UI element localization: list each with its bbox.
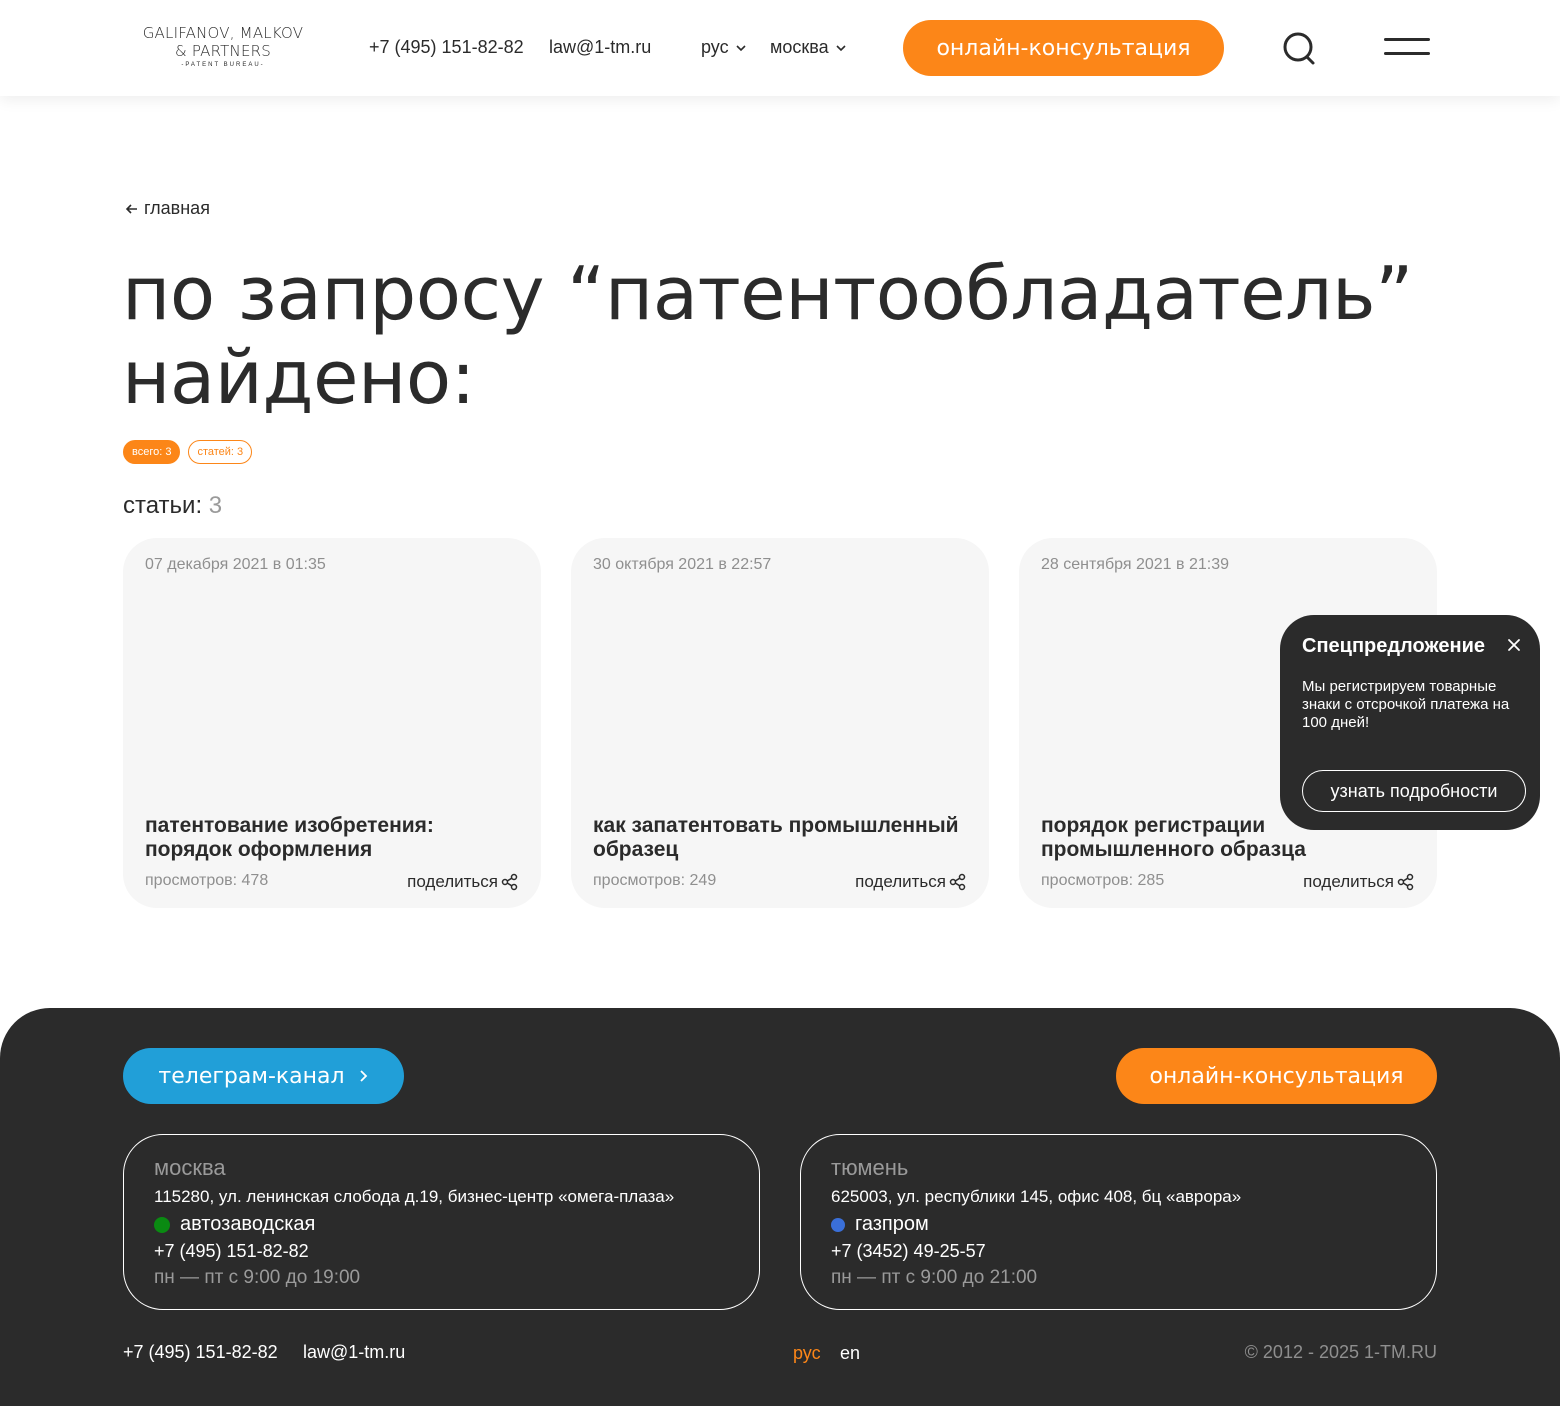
close-icon[interactable] (1506, 637, 1522, 653)
article-title[interactable]: как запатентовать промышленный образец (593, 814, 973, 862)
footer-lang-ru[interactable]: рус (793, 1343, 821, 1364)
language-dropdown-label: рус (701, 37, 729, 57)
copyright: © 2012 - 2025 1-TM.RU (1244, 1342, 1437, 1362)
hamburger-menu-icon[interactable] (1384, 38, 1430, 58)
header-email-link[interactable]: law@1-tm.ru (549, 37, 651, 58)
telegram-button-label: телеграм-канал (158, 1063, 345, 1089)
office-hours: пн — пт с 9:00 до 19:00 (154, 1267, 361, 1288)
arrow-left-icon (125, 203, 137, 214)
office-address: 115280, ул. ленинская слобода д.19, бизн… (154, 1187, 675, 1206)
office-city: тюмень (831, 1155, 909, 1180)
metro-station: автозаводская (180, 1213, 316, 1235)
site-header: GALIFANOV, MALKOV & PARTNERS -PATENT BUR… (0, 0, 1560, 96)
office-landmark: газпром (831, 1213, 929, 1236)
office-card-moscow: москва 115280, ул. ленинская слобода д.1… (123, 1134, 760, 1310)
share-icon (1397, 873, 1414, 891)
logo-line-3: -PATENT BUREAU- (181, 62, 265, 68)
breadcrumb-back-link[interactable]: главная (124, 198, 210, 219)
office-hours: пн — пт с 9:00 до 21:00 (831, 1267, 1038, 1288)
city-dropdown[interactable]: москва (770, 37, 847, 58)
article-views: просмотров: 285 (1041, 872, 1165, 889)
chip-all[interactable]: всего: 3 (123, 440, 181, 464)
promo-text: Мы регистрируем товарные знаки с отсрочк… (1302, 678, 1510, 731)
chevron-down-icon (736, 44, 746, 51)
article-date: 07 декабря 2021 в 01:35 (145, 556, 326, 573)
office-metro: автозаводская (154, 1213, 315, 1236)
page-title: по запросу “патентообладатель” найдено: (122, 251, 1413, 421)
promo-title: Спецпредложение (1302, 635, 1485, 657)
office-city: москва (154, 1155, 226, 1180)
office-phone[interactable]: +7 (3452) 49-25-57 (831, 1241, 986, 1262)
online-consultation-button[interactable]: онлайн-консультация (903, 20, 1224, 76)
share-button[interactable]: поделиться (1303, 872, 1415, 892)
footer-email-link[interactable]: law@1-tm.ru (303, 1342, 405, 1363)
language-dropdown[interactable]: рус (701, 37, 747, 58)
chevron-down-icon (836, 44, 846, 51)
breadcrumb-label: главная (144, 198, 210, 218)
section-count: 3 (208, 492, 223, 519)
share-label: поделиться (1303, 872, 1394, 891)
article-views: просмотров: 249 (593, 872, 717, 889)
share-icon (949, 873, 966, 891)
landmark-name: газпром (855, 1213, 929, 1235)
office-phone[interactable]: +7 (495) 151-82-82 (154, 1241, 309, 1262)
section-label: статьи: (123, 492, 203, 519)
footer-lang-en[interactable]: en (840, 1343, 860, 1364)
city-dropdown-label: москва (770, 37, 829, 57)
footer-consultation-button[interactable]: онлайн-консультация (1116, 1048, 1437, 1104)
article-card[interactable]: 30 октября 2021 в 22:57 как запатентоват… (571, 538, 989, 908)
office-card-tyumen: тюмень 625003, ул. республики 145, офис … (800, 1134, 1437, 1310)
share-button[interactable]: поделиться (855, 872, 967, 892)
article-title[interactable]: патентование изобретения: порядок оформл… (145, 814, 525, 862)
promo-details-button[interactable]: узнать подробности (1302, 770, 1526, 812)
site-footer: телеграм-канал онлайн-консультация москв… (0, 1008, 1560, 1406)
special-offer-popup: Спецпредложение Мы регистрируем товарные… (1280, 615, 1540, 830)
office-address: 625003, ул. республики 145, офис 408, бц… (831, 1187, 1242, 1206)
telegram-channel-button[interactable]: телеграм-канал (123, 1048, 404, 1104)
share-button[interactable]: поделиться (407, 872, 519, 892)
article-card[interactable]: 07 декабря 2021 в 01:35 патентование изо… (123, 538, 541, 908)
article-views: просмотров: 478 (145, 872, 269, 889)
company-logo[interactable]: GALIFANOV, MALKOV & PARTNERS -PATENT BUR… (139, 24, 307, 68)
metro-line-icon (154, 1216, 170, 1233)
result-filter-chips: всего: 3 статей: 3 (123, 440, 253, 464)
share-label: поделиться (855, 872, 946, 891)
chevron-right-icon (359, 1070, 367, 1082)
logo-line-2: & PARTNERS (175, 42, 271, 60)
logo-line-1: GALIFANOV, MALKOV (142, 24, 304, 42)
search-icon[interactable] (1281, 30, 1319, 68)
bus-stop-icon (831, 1217, 845, 1232)
articles-section-title: статьи: 3 (123, 492, 222, 520)
chip-articles[interactable]: статей: 3 (188, 440, 253, 464)
article-date: 30 октября 2021 в 22:57 (593, 556, 772, 573)
article-date: 28 сентября 2021 в 21:39 (1041, 556, 1229, 573)
header-phone-link[interactable]: +7 (495) 151-82-82 (369, 37, 524, 58)
footer-phone-link[interactable]: +7 (495) 151-82-82 (123, 1342, 278, 1363)
share-icon (501, 873, 518, 891)
share-label: поделиться (407, 872, 498, 891)
